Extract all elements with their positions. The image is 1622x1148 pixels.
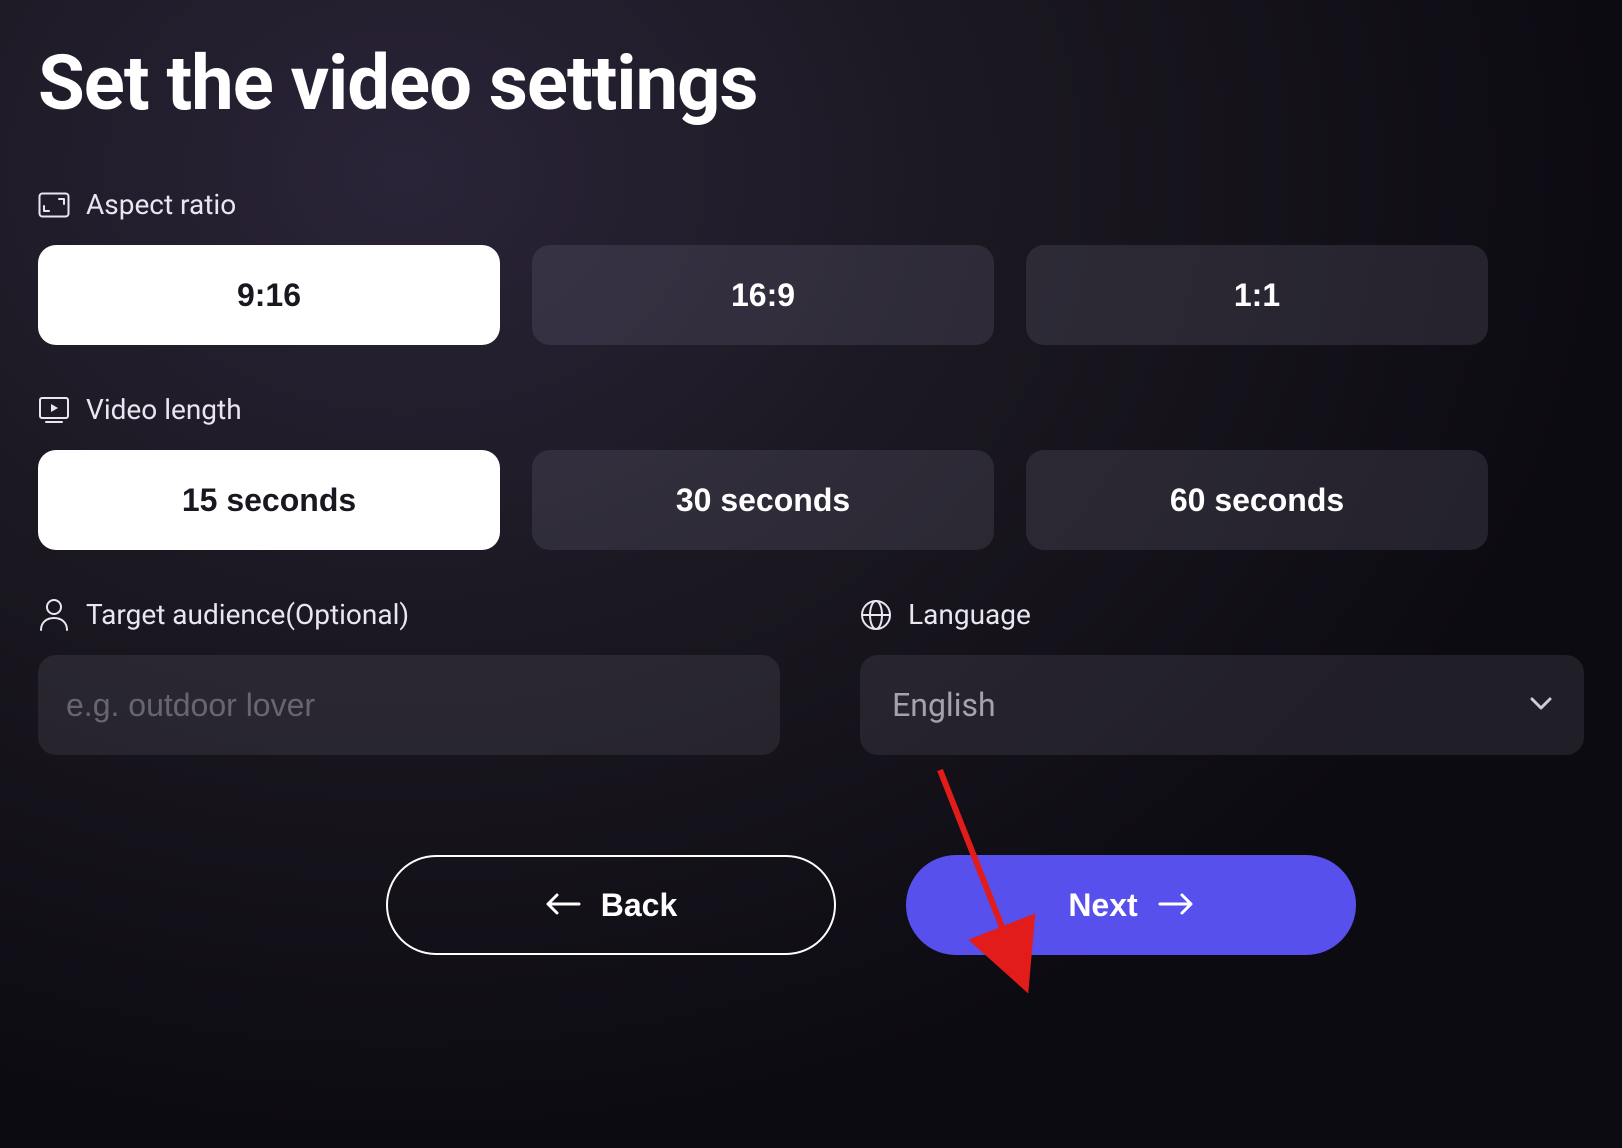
video-length-option-60[interactable]: 60 seconds bbox=[1026, 450, 1488, 550]
person-icon bbox=[38, 599, 70, 631]
aspect-ratio-label: Aspect ratio bbox=[86, 188, 236, 221]
aspect-ratio-options: 9:16 16:9 1:1 bbox=[38, 245, 1584, 345]
aspect-ratio-icon bbox=[38, 189, 70, 221]
chevron-down-icon bbox=[1530, 696, 1552, 715]
video-length-icon bbox=[38, 394, 70, 426]
arrow-right-icon bbox=[1158, 887, 1194, 924]
aspect-ratio-header: Aspect ratio bbox=[38, 188, 1584, 221]
language-select[interactable]: English bbox=[860, 655, 1584, 755]
next-button-label: Next bbox=[1068, 887, 1137, 924]
target-audience-group: Target audience(Optional) bbox=[38, 598, 780, 755]
aspect-ratio-option-9-16[interactable]: 9:16 bbox=[38, 245, 500, 345]
bottom-fields-row: Target audience(Optional) Language Engli… bbox=[38, 598, 1584, 755]
language-select-value: English bbox=[892, 686, 996, 724]
language-header: Language bbox=[860, 598, 1584, 631]
video-length-label: Video length bbox=[86, 393, 242, 426]
video-length-option-30[interactable]: 30 seconds bbox=[532, 450, 994, 550]
target-audience-input[interactable] bbox=[38, 655, 780, 755]
video-length-section: Video length 15 seconds 30 seconds 60 se… bbox=[38, 393, 1584, 550]
aspect-ratio-option-16-9[interactable]: 16:9 bbox=[532, 245, 994, 345]
page-title: Set the video settings bbox=[38, 38, 1584, 128]
language-group: Language English bbox=[860, 598, 1584, 755]
video-length-options: 15 seconds 30 seconds 60 seconds bbox=[38, 450, 1584, 550]
video-length-option-15[interactable]: 15 seconds bbox=[38, 450, 500, 550]
back-button[interactable]: Back bbox=[386, 855, 836, 955]
nav-buttons: Back Next bbox=[38, 855, 1584, 955]
video-length-header: Video length bbox=[38, 393, 1584, 426]
aspect-ratio-section: Aspect ratio 9:16 16:9 1:1 bbox=[38, 188, 1584, 345]
aspect-ratio-option-1-1[interactable]: 1:1 bbox=[1026, 245, 1488, 345]
target-audience-label: Target audience(Optional) bbox=[86, 598, 409, 631]
next-button[interactable]: Next bbox=[906, 855, 1356, 955]
language-label: Language bbox=[908, 598, 1031, 631]
globe-icon bbox=[860, 599, 892, 631]
back-button-label: Back bbox=[601, 887, 678, 924]
arrow-left-icon bbox=[545, 887, 581, 924]
target-audience-header: Target audience(Optional) bbox=[38, 598, 780, 631]
